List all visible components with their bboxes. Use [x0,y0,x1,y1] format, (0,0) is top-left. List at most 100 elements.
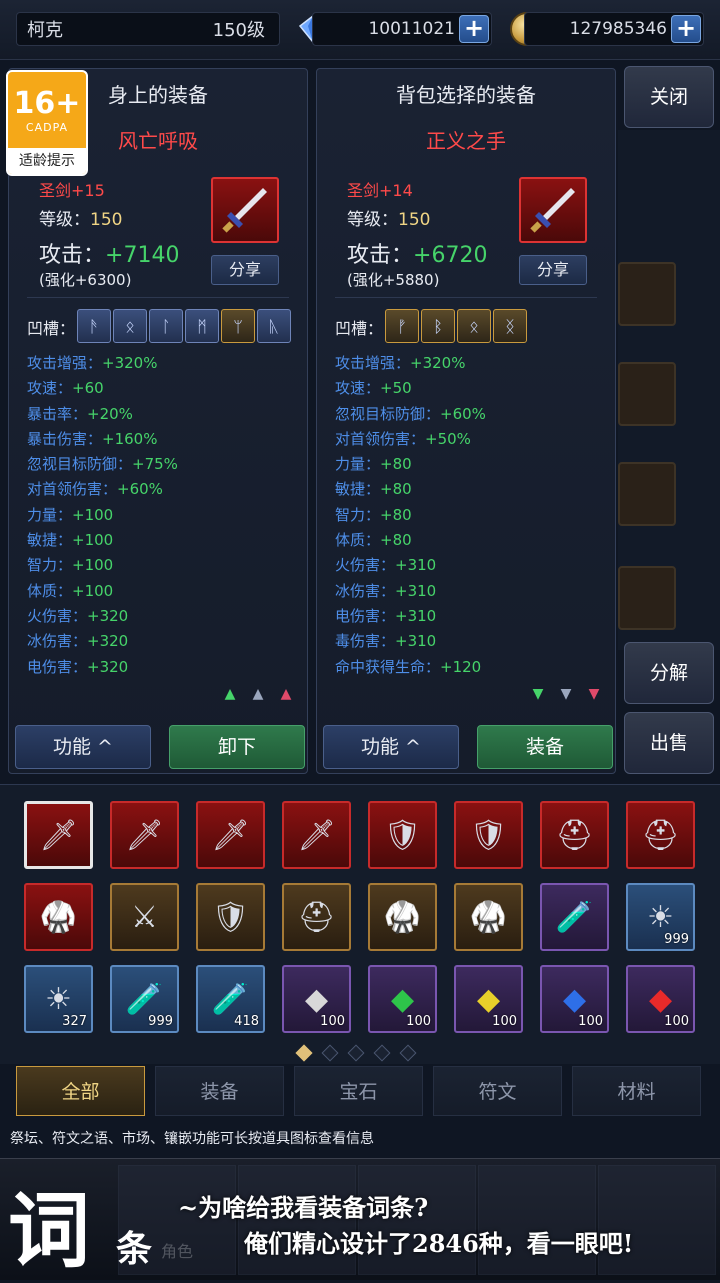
inventory-item[interactable]: ◆ 100 [454,965,523,1033]
item-count: 327 [62,1014,87,1029]
age-tip: 适龄提示 [8,148,86,174]
stat-row: 攻击增强：+320% [27,354,158,372]
inventory-item[interactable]: 🗡 [24,801,93,869]
diamond-counter: 10011021 + [312,12,492,46]
equip-button[interactable]: 装备 [477,725,613,769]
inventory-item[interactable]: 🛡 [196,883,265,951]
rune-slot[interactable]: ᛒ [421,309,455,343]
item-icon: ☀ [647,899,674,935]
panel-title: 背包选择的装备 [396,83,536,107]
inventory-item[interactable]: 🛡 [368,801,437,869]
inventory-item[interactable]: 🧪 999 [110,965,179,1033]
item-count: 418 [234,1014,259,1029]
background-slot [618,262,676,326]
stat-row: 体质：+100 [27,581,114,600]
rune-slot[interactable]: ᚫ [77,309,111,343]
item-icon: 🗡 [297,817,336,853]
rune-slot[interactable]: ᛗ [185,309,219,343]
inventory-item[interactable]: 🧪 418 [196,965,265,1033]
rune-slot[interactable]: ᚡ [385,309,419,343]
page-dot[interactable] [373,1044,391,1062]
item-icon: 🗡 [211,817,250,853]
inventory-panel: 🗡 🗡 🗡 🗡 🛡 🛡 ⛑ ⛑ 🥋 ⚔ 🛡 ⛑ 🥋 🥋 🧪 ☀ 999 ☀ 327 🧪 999 🧪 418 ◆ 100 ◆ 100 ◆… [0,784,720,1064]
decompose-button[interactable]: 分解 [624,642,714,704]
stat-row: 攻击增强：+320% [335,354,466,372]
page-dot[interactable] [295,1044,313,1062]
page-dot[interactable] [347,1044,365,1062]
inventory-item[interactable]: 🗡 [196,801,265,869]
stat-row: 忽视目标防御：+60% [335,404,486,423]
inventory-item[interactable]: 🗡 [110,801,179,869]
rating-org: CADPA [25,121,69,134]
item-enhance: (强化+6300) [39,271,132,289]
stat-row: 对首领伤害：+50% [335,429,471,448]
inventory-item[interactable]: 🥋 [454,883,523,951]
unequip-button[interactable]: 卸下 [169,725,305,769]
add-diamond-button[interactable]: + [459,15,489,43]
add-gold-button[interactable]: + [671,15,701,43]
rune-slot[interactable]: ᛟ [113,309,147,343]
stat-row: 电伤害：+320 [27,657,129,676]
function-menu-button[interactable]: 功能 ^ [15,725,151,769]
slots-label: 凹槽： [335,319,384,338]
inventory-item[interactable]: ◆ 100 [626,965,695,1033]
function-menu-button[interactable]: 功能 ^ [323,725,459,769]
divider [335,297,597,298]
upgrade-down-icon: ▼ [532,686,544,702]
rune-slot[interactable]: ᛚ [149,309,183,343]
rune-slot[interactable]: ᚣ [257,309,291,343]
tab-equipment[interactable]: 装备 [155,1066,284,1116]
rune-slot[interactable]: ᛝ [493,309,527,343]
inventory-item[interactable]: ⛑ [540,801,609,869]
inventory-item[interactable]: 🧪 [540,883,609,951]
top-bar: 柯克 150级 10011021 + 127985346 + [0,0,720,60]
item-icon: 🛡 [211,899,250,935]
inventory-item[interactable]: ☀ 999 [626,883,695,951]
inventory-item[interactable]: ◆ 100 [540,965,609,1033]
tab-materials[interactable]: 材料 [572,1066,701,1116]
item-count: 999 [148,1014,173,1029]
inventory-item[interactable]: ⛑ [626,801,695,869]
item-icon: ⚔ [131,899,158,935]
stat-row: 体质：+80 [335,531,412,550]
item-icon: 🧪 [555,899,594,935]
inventory-item[interactable]: ◆ 100 [368,965,437,1033]
close-button[interactable]: 关闭 [624,66,714,128]
share-button[interactable]: 分享 [519,255,587,285]
promo-big-char: 词 [8,1183,91,1279]
defense-down-icon: ▼ [560,686,572,702]
item-icon: ◆ [562,981,587,1017]
tab-gems[interactable]: 宝石 [294,1066,423,1116]
sword-icon[interactable] [211,177,279,243]
divider [27,297,289,298]
inventory-item[interactable]: ☀ 327 [24,965,93,1033]
item-icon: 🧪 [125,981,164,1017]
item-name: 正义之手 [426,129,506,153]
inventory-item[interactable]: ⚔ [110,883,179,951]
rune-slot[interactable]: ᛘ [221,309,255,343]
sell-button[interactable]: 出售 [624,712,714,774]
item-count: 100 [406,1014,431,1029]
page-dot[interactable] [321,1044,339,1062]
health-down-icon: ▼ [588,686,600,702]
tab-all[interactable]: 全部 [16,1066,145,1116]
rune-slot[interactable]: ᛟ [457,309,491,343]
promo-line-2: 俺们精心设计了2846种，看一眼吧! [244,1229,634,1258]
compare-icons: ▼ ▼ ▼ [527,683,605,705]
promo-small-char: 条 [116,1228,153,1270]
inventory-item[interactable]: 🛡 [454,801,523,869]
inventory-item[interactable]: ◆ 100 [282,965,351,1033]
share-button[interactable]: 分享 [211,255,279,285]
page-dot[interactable] [399,1044,417,1062]
inventory-item[interactable]: 🗡 [282,801,351,869]
sword-icon[interactable] [519,177,587,243]
inventory-item[interactable]: 🥋 [24,883,93,951]
stat-row: 冰伤害：+320 [27,632,129,651]
inventory-item[interactable]: ⛑ [282,883,351,951]
stat-row: 火伤害：+320 [27,606,129,625]
player-name: 柯克 [27,20,63,41]
background-slot [618,566,676,630]
tab-runes[interactable]: 符文 [433,1066,562,1116]
inventory-item[interactable]: 🥋 [368,883,437,951]
stat-row: 毒伤害：+310 [335,632,437,651]
